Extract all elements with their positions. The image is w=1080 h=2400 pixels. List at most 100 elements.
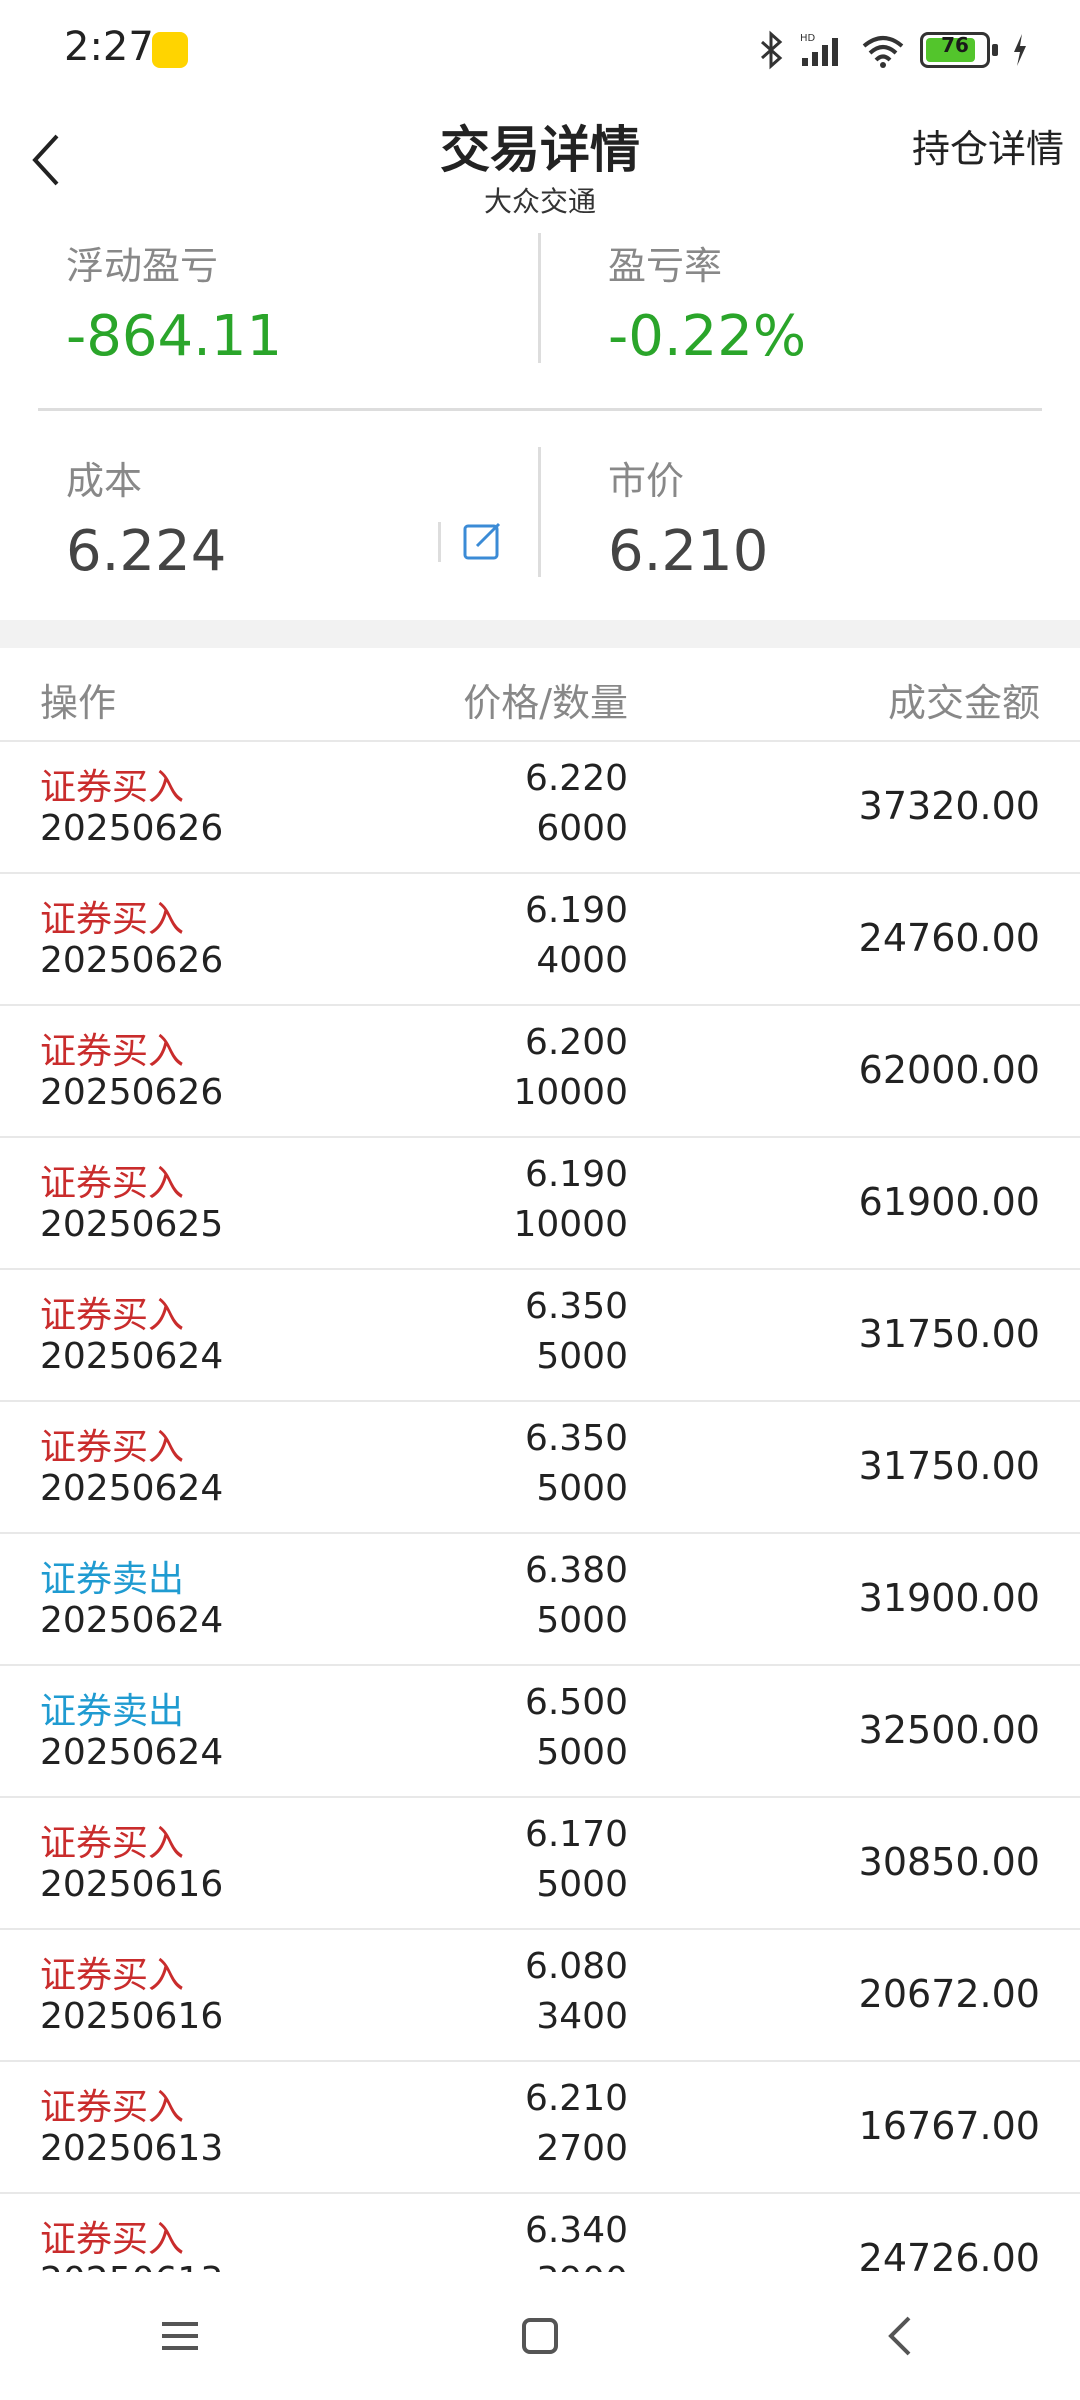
trade-amount: 24760.00	[858, 916, 1040, 960]
table-row[interactable]: 证券买入20250613 6.340 3900 24726.00	[0, 2194, 1080, 2272]
trade-date: 20250616	[40, 1996, 224, 2037]
svg-text:HD: HD	[800, 33, 816, 44]
table-row[interactable]: 证券卖出 20250624 6.500 5000 32500.00	[0, 1666, 1080, 1798]
trade-amount: 31750.00	[858, 1312, 1040, 1356]
status-icons: HD 76	[756, 30, 1028, 70]
cost-cell: 成本 6.224	[66, 450, 226, 584]
trade-amount: 37320.00	[858, 784, 1040, 828]
trade-amount: 31750.00	[858, 1444, 1040, 1488]
trade-price: 6.340	[524, 2210, 628, 2251]
back-icon	[888, 2316, 911, 2356]
battery-icon: 76	[920, 32, 990, 68]
trade-operation: 证券买入	[40, 2219, 185, 2260]
trade-quantity: 5000	[536, 1732, 628, 1773]
trade-quantity: 3900	[536, 2260, 628, 2272]
pl-rate-label: 盈亏率	[608, 244, 723, 288]
navigation-bar	[0, 2272, 1080, 2400]
status-bar: 2:27 HD 76	[0, 0, 1080, 110]
menu-icon	[162, 2322, 198, 2350]
trade-amount: 20672.00	[858, 1972, 1040, 2016]
trade-price: 6.210	[524, 2078, 628, 2119]
trade-amount: 31900.00	[858, 1576, 1040, 1620]
bluetooth-icon	[761, 30, 783, 70]
wifi-icon	[862, 36, 904, 68]
trade-date: 20250625	[40, 1204, 224, 1245]
header-price-qty: 价格/数量	[463, 681, 628, 725]
table-row[interactable]: 证券买入 20250616 6.080 3400 20672.00	[0, 1930, 1080, 2062]
table-row[interactable]: 证券买入 20250613 6.210 2700 16767.00	[0, 2062, 1080, 2194]
trade-operation: 证券卖出	[40, 1691, 185, 1732]
trade-price: 6.080	[524, 1946, 628, 1987]
trade-amount: 62000.00	[858, 1048, 1040, 1092]
market-price-value: 6.210	[608, 519, 769, 584]
trade-operation: 证券买入	[40, 1295, 185, 1336]
table-row[interactable]: 证券买入 20250625 6.190 10000 61900.00	[0, 1138, 1080, 1270]
table-row[interactable]: 证券买入 20250626 6.200 10000 62000.00	[0, 1006, 1080, 1138]
trade-amount: 24726.00	[858, 2236, 1040, 2272]
battery-level: 76	[941, 33, 969, 57]
trade-date: 20250624	[40, 1468, 224, 1509]
trade-date: 20250613	[40, 2128, 224, 2169]
table-row[interactable]: 证券买入 20250626 6.220 6000 37320.00	[0, 742, 1080, 874]
trade-amount: 61900.00	[858, 1180, 1040, 1224]
trade-date: 20250626	[40, 808, 224, 849]
trade-price: 6.170	[524, 1814, 628, 1855]
signal-icon: HD	[800, 33, 838, 66]
header: 交易详情 大众交通 持仓详情	[0, 110, 1080, 218]
summary-panel: 浮动盈亏 -864.11 盈亏率 -0.22% 成本 6.224 市价 6.21…	[0, 215, 1080, 620]
trade-operation: 证券买入	[40, 1427, 185, 1468]
header-amount: 成交金额	[887, 681, 1040, 725]
trade-date: 20250626	[40, 1072, 224, 1113]
table-row[interactable]: 证券卖出 20250624 6.380 5000 31900.00	[0, 1534, 1080, 1666]
home-button[interactable]	[495, 2291, 585, 2381]
table-row[interactable]: 证券买入 20250626 6.190 4000 24760.00	[0, 874, 1080, 1006]
trade-operation: 证券买入	[40, 2087, 185, 2128]
section-gap	[0, 620, 1080, 648]
trade-quantity: 5000	[536, 1600, 628, 1641]
trade-quantity: 5000	[536, 1336, 628, 1377]
position-detail-button[interactable]: 持仓详情	[912, 118, 1064, 173]
float-pl-label: 浮动盈亏	[66, 244, 219, 288]
market-price-label: 市价	[608, 459, 685, 503]
trade-list[interactable]: 证券买入 20250626 6.220 6000 37320.00 证券买入 2025062…	[0, 742, 1080, 2272]
trade-quantity: 5000	[536, 1864, 628, 1905]
nav-back-button[interactable]	[855, 2291, 945, 2381]
trade-operation: 证券买入	[40, 899, 185, 940]
trade-price: 6.200	[524, 1022, 628, 1063]
trade-operation: 证券卖出	[40, 1559, 185, 1600]
trade-date: 20250624	[40, 1336, 224, 1377]
divider	[38, 408, 1042, 411]
status-time: 2:27	[64, 24, 154, 70]
trade-quantity: 5000	[536, 1468, 628, 1509]
trade-price: 6.350	[524, 1286, 628, 1327]
trade-operation: 证券买入	[40, 1823, 185, 1864]
trade-price: 6.500	[524, 1682, 628, 1723]
table-row[interactable]: 证券买入 20250624 6.350 5000 31750.00	[0, 1402, 1080, 1534]
divider	[538, 233, 541, 363]
market-price-cell: 市价 6.210	[608, 450, 768, 584]
menu-button[interactable]	[135, 2291, 225, 2381]
charging-icon	[1014, 34, 1026, 66]
trade-quantity: 6000	[536, 808, 628, 849]
table-row[interactable]: 证券买入 20250616 6.170 5000 30850.00	[0, 1798, 1080, 1930]
float-pl-value: -864.11	[66, 304, 283, 369]
app-notification-icon	[152, 32, 188, 68]
trade-date: 20250613	[40, 2260, 223, 2272]
battery-cap	[992, 44, 998, 56]
header-operation: 操作	[40, 681, 117, 725]
trade-quantity: 2700	[536, 2128, 628, 2169]
trade-amount: 16767.00	[858, 2104, 1040, 2148]
trade-operation: 证券买入	[40, 1163, 185, 1204]
table-row[interactable]: 证券买入 20250624 6.350 5000 31750.00	[0, 1270, 1080, 1402]
trade-amount: 32500.00	[858, 1708, 1040, 1752]
trade-price: 6.190	[524, 1154, 628, 1195]
trade-price: 6.220	[524, 758, 628, 799]
home-icon	[522, 2318, 558, 2354]
cost-value: 6.224	[66, 519, 227, 584]
trade-quantity: 4000	[536, 940, 628, 981]
edit-icon[interactable]	[461, 520, 505, 564]
trade-price: 6.190	[524, 890, 628, 931]
divider	[438, 522, 441, 562]
trade-date: 20250624	[40, 1732, 224, 1773]
trade-date: 20250624	[40, 1600, 224, 1641]
